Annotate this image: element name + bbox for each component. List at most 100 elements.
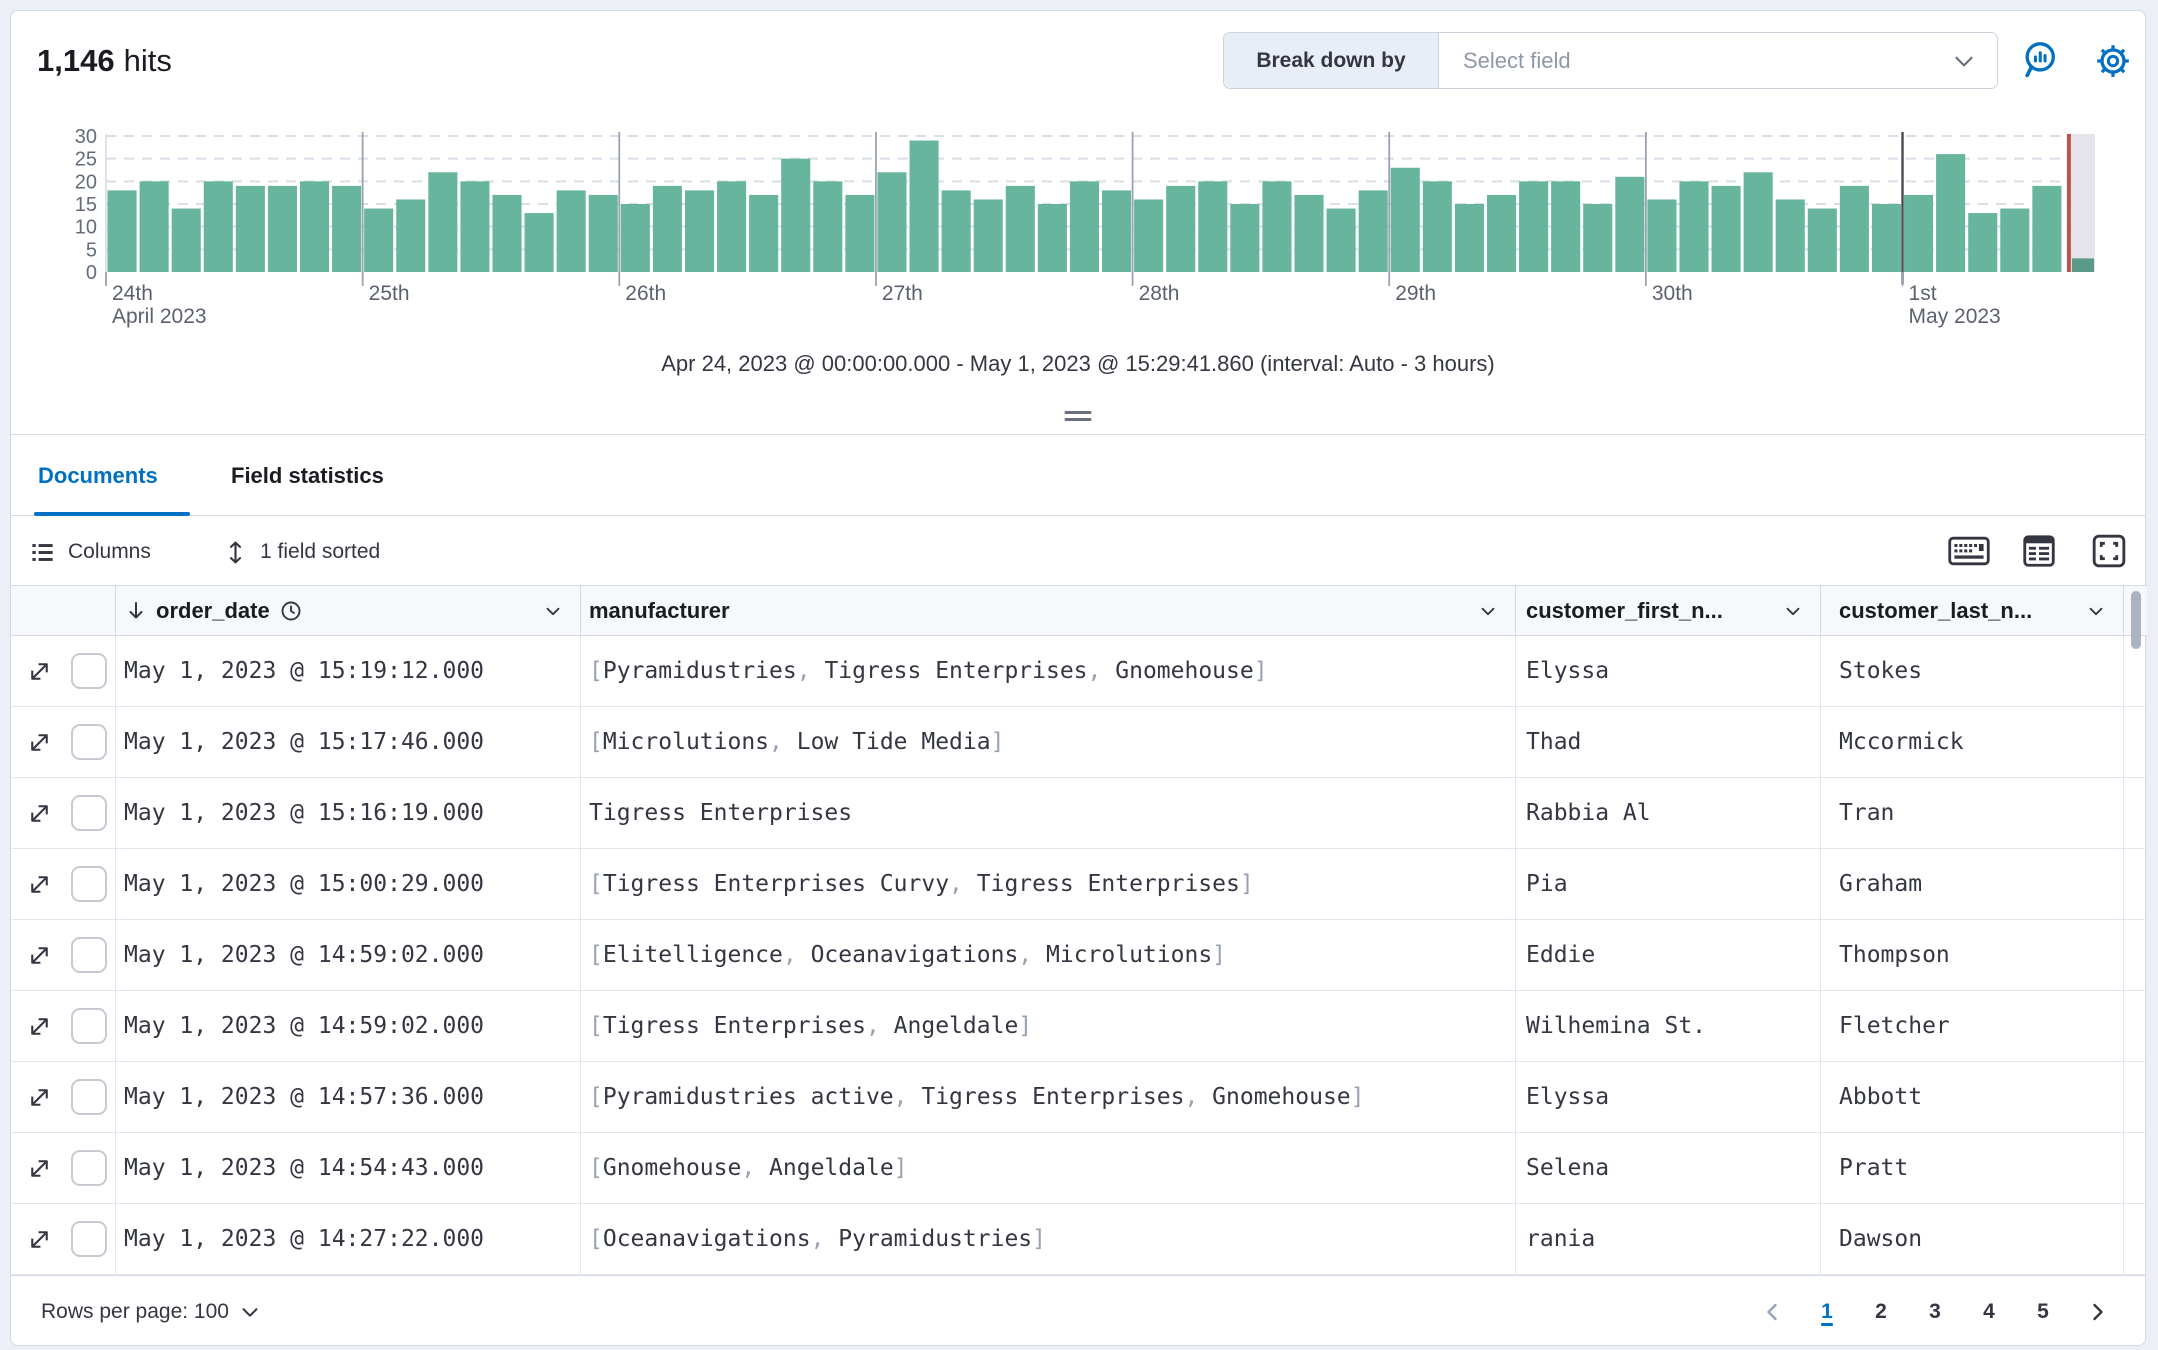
- cell-order-date: May 1, 2023 @ 15:16:19.000: [116, 778, 581, 848]
- x-axis-label: 30th: [1652, 282, 1693, 305]
- histogram-bar: [621, 204, 650, 272]
- hits-summary: 1,146hits: [37, 43, 172, 79]
- expand-row-icon[interactable]: [25, 728, 54, 757]
- breakdown-field-select[interactable]: Select field: [1439, 33, 1997, 88]
- vertical-scrollbar[interactable]: [2131, 591, 2141, 649]
- cell-manufacturer: [Tigress Enterprises Curvy, Tigress Ente…: [581, 849, 1516, 919]
- breakdown-label: Break down by: [1224, 33, 1439, 88]
- columns-button[interactable]: Columns: [29, 535, 151, 569]
- page-button-5[interactable]: 5: [2021, 1290, 2065, 1334]
- chevron-left-icon: [1761, 1300, 1785, 1324]
- row-checkbox[interactable]: [71, 1008, 107, 1044]
- histogram-bar: [460, 181, 489, 272]
- expand-row-icon[interactable]: [25, 799, 54, 828]
- row-controls-cell: [11, 991, 116, 1061]
- histogram-bar: [1391, 168, 1420, 272]
- sorted-fields-button[interactable]: 1 field sorted: [223, 535, 380, 569]
- row-checkbox[interactable]: [71, 1150, 107, 1186]
- expand-row-icon[interactable]: [25, 1225, 54, 1254]
- column-header-order-date[interactable]: order_date: [116, 586, 581, 635]
- cell-customer-last-name: Pratt: [1821, 1133, 2124, 1203]
- chart-time-range: Apr 24, 2023 @ 00:00:00.000 - May 1, 202…: [11, 351, 2145, 377]
- histogram-bar: [1487, 195, 1516, 272]
- column-header-manufacturer[interactable]: manufacturer: [581, 586, 1516, 635]
- keyboard-shortcuts-button[interactable]: [1945, 529, 1993, 573]
- row-checkbox[interactable]: [71, 724, 107, 760]
- cell-order-date: May 1, 2023 @ 15:19:12.000: [116, 636, 581, 706]
- histogram-bar: [140, 181, 169, 272]
- column-header-customer-first-n-[interactable]: customer_first_n...: [1516, 586, 1821, 635]
- x-axis-label: 28th: [1139, 282, 1180, 305]
- partial-bucket-region: [2071, 134, 2095, 272]
- x-axis-label: 1st: [1909, 282, 1937, 305]
- histogram-bar: [396, 199, 425, 272]
- breakdown-placeholder: Select field: [1463, 48, 1951, 74]
- chevron-down-icon: [542, 600, 564, 622]
- cell-manufacturer: Tigress Enterprises: [581, 778, 1516, 848]
- cell-customer-last-name: Thompson: [1821, 920, 2124, 990]
- tab-documents[interactable]: Documents: [38, 463, 158, 489]
- expand-row-icon[interactable]: [25, 657, 54, 686]
- hits-count: 1,146: [37, 43, 115, 78]
- tab-field-statistics[interactable]: Field statistics: [231, 463, 384, 489]
- histogram-chart[interactable]: 05101520253024thApril 202325th26th27th28…: [41, 124, 2131, 329]
- expand-row-icon[interactable]: [25, 870, 54, 899]
- cell-customer-last-name: Stokes: [1821, 636, 2124, 706]
- rows-per-page-button[interactable]: Rows per page: 100: [41, 1276, 261, 1347]
- columns-label: Columns: [68, 540, 151, 564]
- histogram-bar: [1776, 199, 1805, 272]
- chart-options-button[interactable]: [2089, 37, 2137, 85]
- tabs-divider: [11, 515, 2145, 516]
- fullscreen-button[interactable]: [2085, 529, 2133, 573]
- row-controls-cell: [11, 1204, 116, 1274]
- table-footer: Rows per page: 100 12345: [11, 1275, 2145, 1347]
- row-checkbox[interactable]: [71, 1221, 107, 1257]
- edit-visualization-button[interactable]: [2019, 37, 2067, 85]
- column-header-label: manufacturer: [589, 598, 730, 624]
- column-header-customer-last-n-[interactable]: customer_last_n...: [1821, 586, 2124, 635]
- display-options-button[interactable]: [2015, 529, 2063, 573]
- next-page-button[interactable]: [2075, 1290, 2119, 1334]
- cell-customer-first-name: Pia: [1516, 849, 1821, 919]
- page-button-3[interactable]: 3: [1913, 1290, 1957, 1334]
- histogram-bar: [428, 172, 457, 272]
- cell-customer-first-name: Thad: [1516, 707, 1821, 777]
- row-checkbox[interactable]: [71, 937, 107, 973]
- histogram-bar: [268, 186, 297, 272]
- cell-manufacturer: [Pyramidustries active, Tigress Enterpri…: [581, 1062, 1516, 1132]
- histogram-bar: [492, 195, 521, 272]
- cell-order-date: May 1, 2023 @ 14:54:43.000: [116, 1133, 581, 1203]
- resize-handle[interactable]: [1065, 407, 1092, 425]
- histogram-bar: [2000, 209, 2029, 272]
- histogram-bar: [525, 213, 554, 272]
- page-button-1[interactable]: 1: [1805, 1290, 1849, 1334]
- histogram-bar: [813, 181, 842, 272]
- previous-page-button[interactable]: [1751, 1290, 1795, 1334]
- row-checkbox[interactable]: [71, 1079, 107, 1115]
- fullscreen-icon: [2090, 532, 2128, 570]
- expand-row-icon[interactable]: [25, 1012, 54, 1041]
- histogram-bar: [1679, 181, 1708, 272]
- expand-row-icon[interactable]: [25, 1154, 54, 1183]
- table-row: May 1, 2023 @ 14:54:43.000[Gnomehouse, A…: [11, 1133, 2147, 1204]
- row-checkbox[interactable]: [71, 866, 107, 902]
- row-controls-cell: [11, 636, 116, 706]
- row-checkbox[interactable]: [71, 795, 107, 831]
- histogram-bar: [653, 186, 682, 272]
- histogram-bar: [717, 181, 746, 272]
- page-button-4[interactable]: 4: [1967, 1290, 2011, 1334]
- expand-row-icon[interactable]: [25, 941, 54, 970]
- page-button-2[interactable]: 2: [1859, 1290, 1903, 1334]
- row-checkbox[interactable]: [71, 653, 107, 689]
- expand-row-icon[interactable]: [25, 1083, 54, 1112]
- table-row: May 1, 2023 @ 14:57:36.000[Pyramidustrie…: [11, 1062, 2147, 1133]
- cell-manufacturer: [Pyramidustries, Tigress Enterprises, Gn…: [581, 636, 1516, 706]
- cell-manufacturer: [Tigress Enterprises, Angeldale]: [581, 991, 1516, 1061]
- histogram-bar: [332, 186, 361, 272]
- histogram-bar: [1166, 186, 1195, 272]
- cell-customer-first-name: Wilhemina St.: [1516, 991, 1821, 1061]
- histogram-bar: [300, 181, 329, 272]
- histogram-bar: [1615, 177, 1644, 272]
- histogram-bar: [1230, 204, 1259, 272]
- cell-customer-last-name: Abbott: [1821, 1062, 2124, 1132]
